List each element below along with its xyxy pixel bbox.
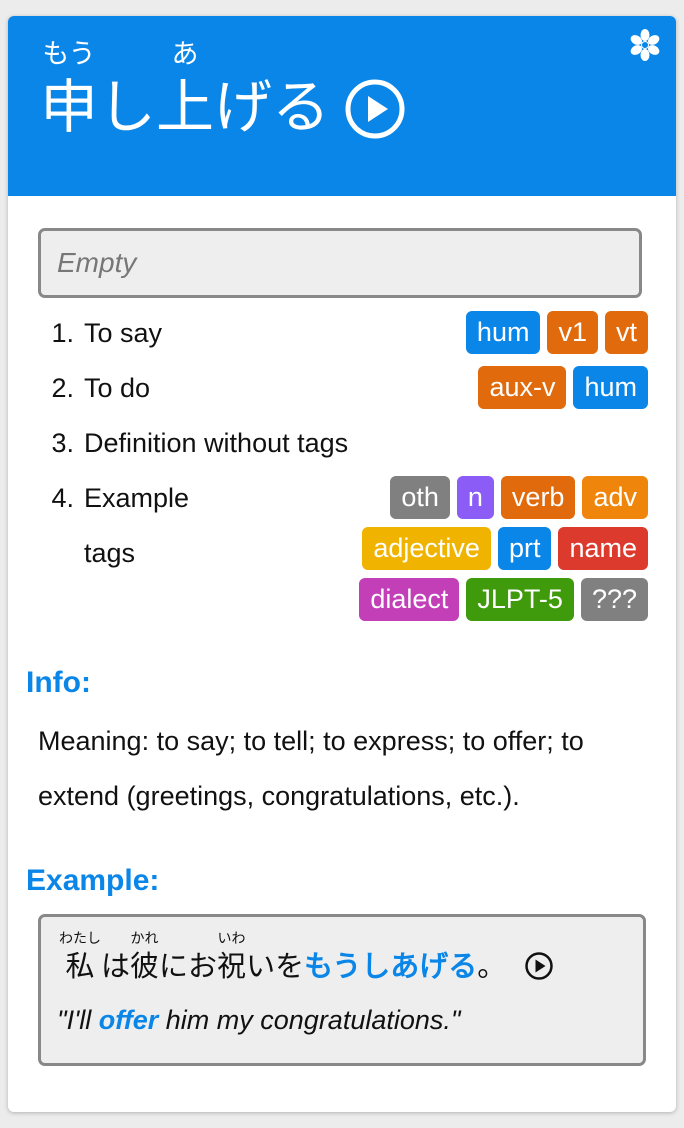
tag-group: aux-v hum — [478, 361, 648, 409]
headword-char: もう 申 — [40, 38, 98, 142]
translation-text: "I'll — [57, 1005, 99, 1035]
furigana: わたし — [59, 931, 101, 947]
info-text: Meaning: to say; to tell; to express; to… — [38, 726, 584, 811]
tag: dialect — [359, 578, 460, 621]
play-circle-icon[interactable] — [344, 78, 406, 140]
tag: adv — [582, 476, 648, 519]
example-word: は — [101, 931, 130, 985]
headword-kana: し — [98, 73, 157, 141]
example-text: 。 — [477, 949, 507, 983]
tag: v1 — [547, 311, 598, 354]
tag: hum — [465, 311, 541, 354]
definition-number: 3. — [51, 428, 74, 458]
definition-text: To do — [84, 373, 151, 403]
furigana: あ — [171, 39, 199, 70]
example-translation: "I'll offer him my congratulations." — [57, 1005, 460, 1036]
gear-icon[interactable] — [628, 28, 662, 62]
headword-char: し — [98, 38, 156, 142]
tag: oth — [390, 476, 450, 519]
tag: prt — [497, 527, 552, 570]
example-text: 私 — [65, 949, 95, 983]
notes-field[interactable]: Empty — [38, 228, 642, 298]
headword: もう 申 し あ 上 げる — [40, 38, 406, 142]
furigana: もう — [42, 39, 96, 70]
example-heading: Example: — [26, 864, 160, 897]
headword-char: げる — [214, 38, 330, 142]
dictionary-card: もう 申 し あ 上 げる Empty 1. To say hum v1 vt … — [8, 16, 676, 1112]
example-headword: もうしあげる — [304, 949, 478, 983]
tag: JLPT-5 — [466, 578, 574, 621]
definition-number: 2. — [51, 373, 74, 403]
example-text: いを — [246, 949, 305, 983]
tag: name — [558, 527, 648, 570]
info-heading: Info: — [26, 666, 91, 699]
tag: verb — [500, 476, 576, 519]
play-circle-icon[interactable] — [524, 951, 554, 981]
definition-item: 3. Definition without tags — [38, 416, 648, 471]
tag: n — [456, 476, 494, 519]
example-box: わたし私 は かれ彼 にお いわ祝 いを もうしあげる 。 "I'll offe… — [38, 914, 646, 1066]
definition-item: 4. Example tags oth n verb adv adjective… — [38, 471, 648, 636]
example-word: いわ祝 — [217, 931, 246, 985]
example-word: いを — [246, 931, 304, 985]
definition-item: 2. To do aux-v hum — [38, 361, 648, 416]
definition-number: 1. — [51, 318, 74, 348]
example-word-highlight: もうしあげる — [304, 931, 477, 985]
tag: hum — [573, 366, 648, 409]
example-text: 彼 — [130, 949, 160, 983]
translation-text: him my congratulations." — [158, 1005, 461, 1035]
translation-highlight: offer — [98, 1005, 159, 1035]
headword-kana: げる — [214, 73, 331, 141]
definition-text: To say — [84, 318, 163, 348]
tag: ??? — [580, 578, 648, 621]
headword-char: あ 上 — [156, 38, 214, 142]
definition-item: 1. To say hum v1 vt — [38, 306, 648, 361]
definition-list: 1. To say hum v1 vt 2. To do aux-v hum 3… — [38, 306, 648, 636]
definition-number: 4. — [51, 483, 74, 513]
example-text: にお — [159, 949, 218, 983]
card-header: もう 申 し あ 上 げる — [8, 16, 676, 196]
furigana: かれ — [130, 931, 159, 947]
example-word: 。 — [477, 931, 506, 985]
tag-group: oth n verb adv adjective prt name dialec… — [318, 471, 648, 621]
notes-placeholder: Empty — [57, 247, 137, 278]
definition-text: Definition without tags — [84, 428, 349, 458]
headword-kanji: 申 — [40, 73, 99, 141]
example-word: わたし私 — [59, 931, 101, 985]
tag: adjective — [362, 527, 491, 570]
headword-kanji: 上 — [156, 73, 215, 141]
tag: aux-v — [478, 366, 567, 409]
tag-group: hum v1 vt — [465, 306, 648, 354]
definition-text: Example tags — [84, 483, 190, 568]
tag: vt — [604, 311, 648, 354]
example-word: にお — [159, 931, 217, 985]
furigana: いわ — [217, 931, 246, 947]
example-text: 祝 — [217, 949, 247, 983]
example-text: は — [101, 949, 131, 983]
example-word: かれ彼 — [130, 931, 159, 985]
example-sentence: わたし私 は かれ彼 にお いわ祝 いを もうしあげる 。 — [59, 931, 554, 985]
